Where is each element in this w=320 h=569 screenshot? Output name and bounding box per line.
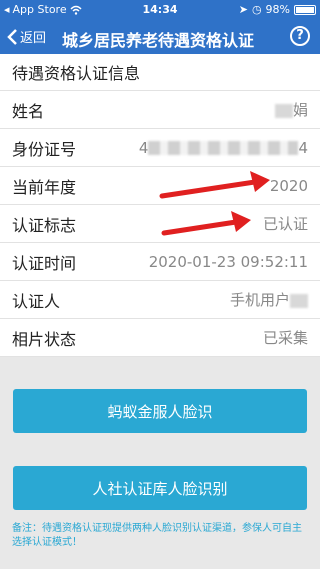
hr-face-recognition-button[interactable]: 人社认证库人脸识别 [13, 466, 307, 510]
note-text: 备注：待遇资格认证现提供两种人脸识别认证渠道，参保人可自主选择认证模式！ [12, 523, 302, 548]
ant-financial-face-button[interactable]: 蚂蚁金服人脸识 [13, 389, 307, 433]
arrow-to-auth-flag [161, 211, 251, 236]
arrow-to-year [159, 171, 270, 199]
